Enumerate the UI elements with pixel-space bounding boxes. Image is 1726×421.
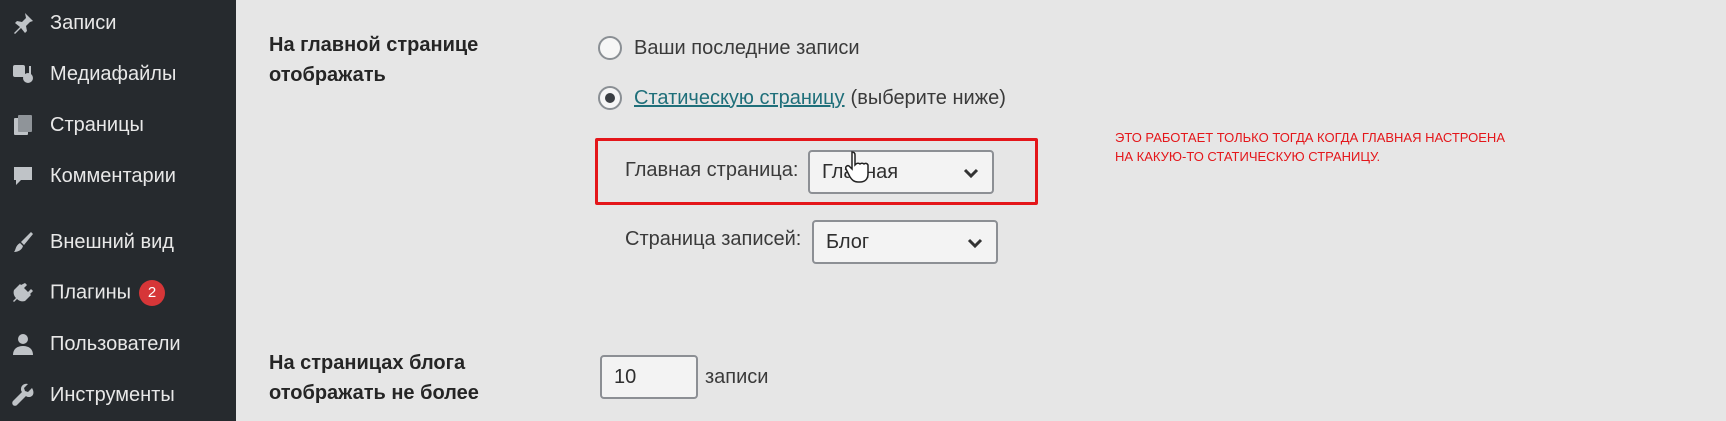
posts-per-page-input[interactable]: 10 xyxy=(600,355,698,399)
sidebar-item-label: Медиафайлы xyxy=(50,62,177,85)
sidebar-item-label: Комментарии xyxy=(50,164,176,187)
user-icon xyxy=(10,331,36,357)
radio-latest-posts[interactable]: Ваши последние записи xyxy=(598,36,860,60)
radio-button[interactable] xyxy=(598,36,622,60)
sidebar-item-pages[interactable]: Страницы xyxy=(0,105,236,145)
homepage-setting-label: На главной странице отображать xyxy=(269,34,479,86)
sidebar-item-appearance[interactable]: Внешний вид xyxy=(0,222,236,262)
highlight-annotation-box xyxy=(595,138,1038,205)
sidebar-item-label: Инструменты xyxy=(50,383,175,406)
sidebar-item-label: Внешний вид xyxy=(50,230,174,253)
sidebar-item-label: Плагины xyxy=(50,281,132,304)
sidebar-item-label: Записи xyxy=(50,11,117,34)
sidebar-item-comments[interactable]: Комментарии xyxy=(0,156,236,196)
admin-sidebar: Записи Медиафайлы Страницы Комментарии В… xyxy=(0,0,236,421)
paintbrush-icon xyxy=(10,229,36,255)
chevron-down-icon xyxy=(966,234,984,252)
posts-page-select-value: Блог xyxy=(826,230,870,253)
hand-cursor-icon xyxy=(844,150,870,184)
sidebar-item-plugins[interactable]: Плагины 2 xyxy=(0,273,236,313)
plugin-icon xyxy=(10,280,36,306)
update-count-badge: 2 xyxy=(139,280,166,306)
radio-button-checked[interactable] xyxy=(598,86,622,110)
blog-pages-label: На страницах блога отображать не более xyxy=(269,352,479,404)
radio-label: Ваши последние записи xyxy=(634,36,860,59)
pages-icon xyxy=(10,112,36,138)
posts-page-label: Страница записей: xyxy=(625,228,802,250)
sidebar-item-label: Пользователи xyxy=(50,332,181,355)
sidebar-item-label: Страницы xyxy=(50,113,144,136)
static-page-link[interactable]: Статическую страницу xyxy=(634,87,845,110)
static-page-hint: (выберите ниже) xyxy=(850,86,1006,109)
comment-icon xyxy=(10,163,36,189)
sidebar-item-media[interactable]: Медиафайлы xyxy=(0,54,236,94)
pushpin-icon xyxy=(10,10,36,36)
sidebar-item-posts[interactable]: Записи xyxy=(0,3,236,43)
sidebar-item-users[interactable]: Пользователи xyxy=(0,324,236,364)
posts-unit-label: записи xyxy=(705,366,769,388)
sidebar-item-tools[interactable]: Инструменты xyxy=(0,375,236,415)
posts-page-select[interactable]: Блог xyxy=(812,220,998,264)
wrench-icon xyxy=(10,382,36,408)
media-icon xyxy=(10,61,36,87)
annotation-note: ЭТО РАБОТАЕТ ТОЛЬКО ТОГДА КОГДА ГЛАВНАЯ … xyxy=(1115,130,1505,164)
radio-static-page[interactable]: Статическую страницу (выберите ниже) xyxy=(598,86,1006,110)
